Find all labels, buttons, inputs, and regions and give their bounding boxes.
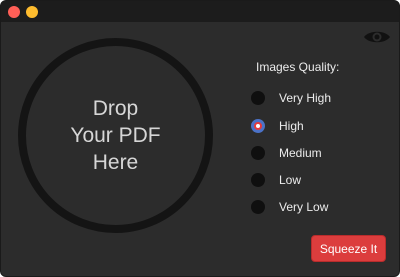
minimize-window-button[interactable] bbox=[26, 6, 38, 18]
squeeze-it-button[interactable]: Squeeze It bbox=[311, 235, 386, 262]
radio-button[interactable] bbox=[251, 91, 265, 105]
app-window: Drop Your PDF Here Images Quality: Very … bbox=[0, 0, 400, 277]
quality-option-medium[interactable]: Medium bbox=[251, 145, 322, 161]
eye-icon[interactable] bbox=[363, 29, 391, 45]
images-quality-title: Images Quality: bbox=[256, 60, 340, 74]
radio-button[interactable] bbox=[251, 146, 265, 160]
title-bar bbox=[1, 1, 399, 22]
quality-option-label: Very High bbox=[279, 91, 332, 105]
radio-button[interactable] bbox=[251, 200, 265, 214]
quality-option-label: Medium bbox=[279, 146, 322, 160]
close-window-button[interactable] bbox=[8, 6, 20, 18]
quality-option-label: High bbox=[279, 119, 304, 133]
radio-button-selected[interactable] bbox=[251, 119, 265, 133]
quality-option-label: Very Low bbox=[279, 200, 329, 214]
pdf-drop-zone[interactable]: Drop Your PDF Here bbox=[18, 38, 213, 233]
drop-zone-label: Drop Your PDF Here bbox=[70, 97, 161, 174]
quality-option-very-high[interactable]: Very High bbox=[251, 90, 331, 106]
quality-option-label: Low bbox=[279, 173, 302, 187]
quality-option-low[interactable]: Low bbox=[251, 172, 301, 188]
radio-button[interactable] bbox=[251, 173, 265, 187]
quality-option-very-low[interactable]: Very Low bbox=[251, 199, 328, 215]
quality-option-high[interactable]: High bbox=[251, 118, 304, 134]
